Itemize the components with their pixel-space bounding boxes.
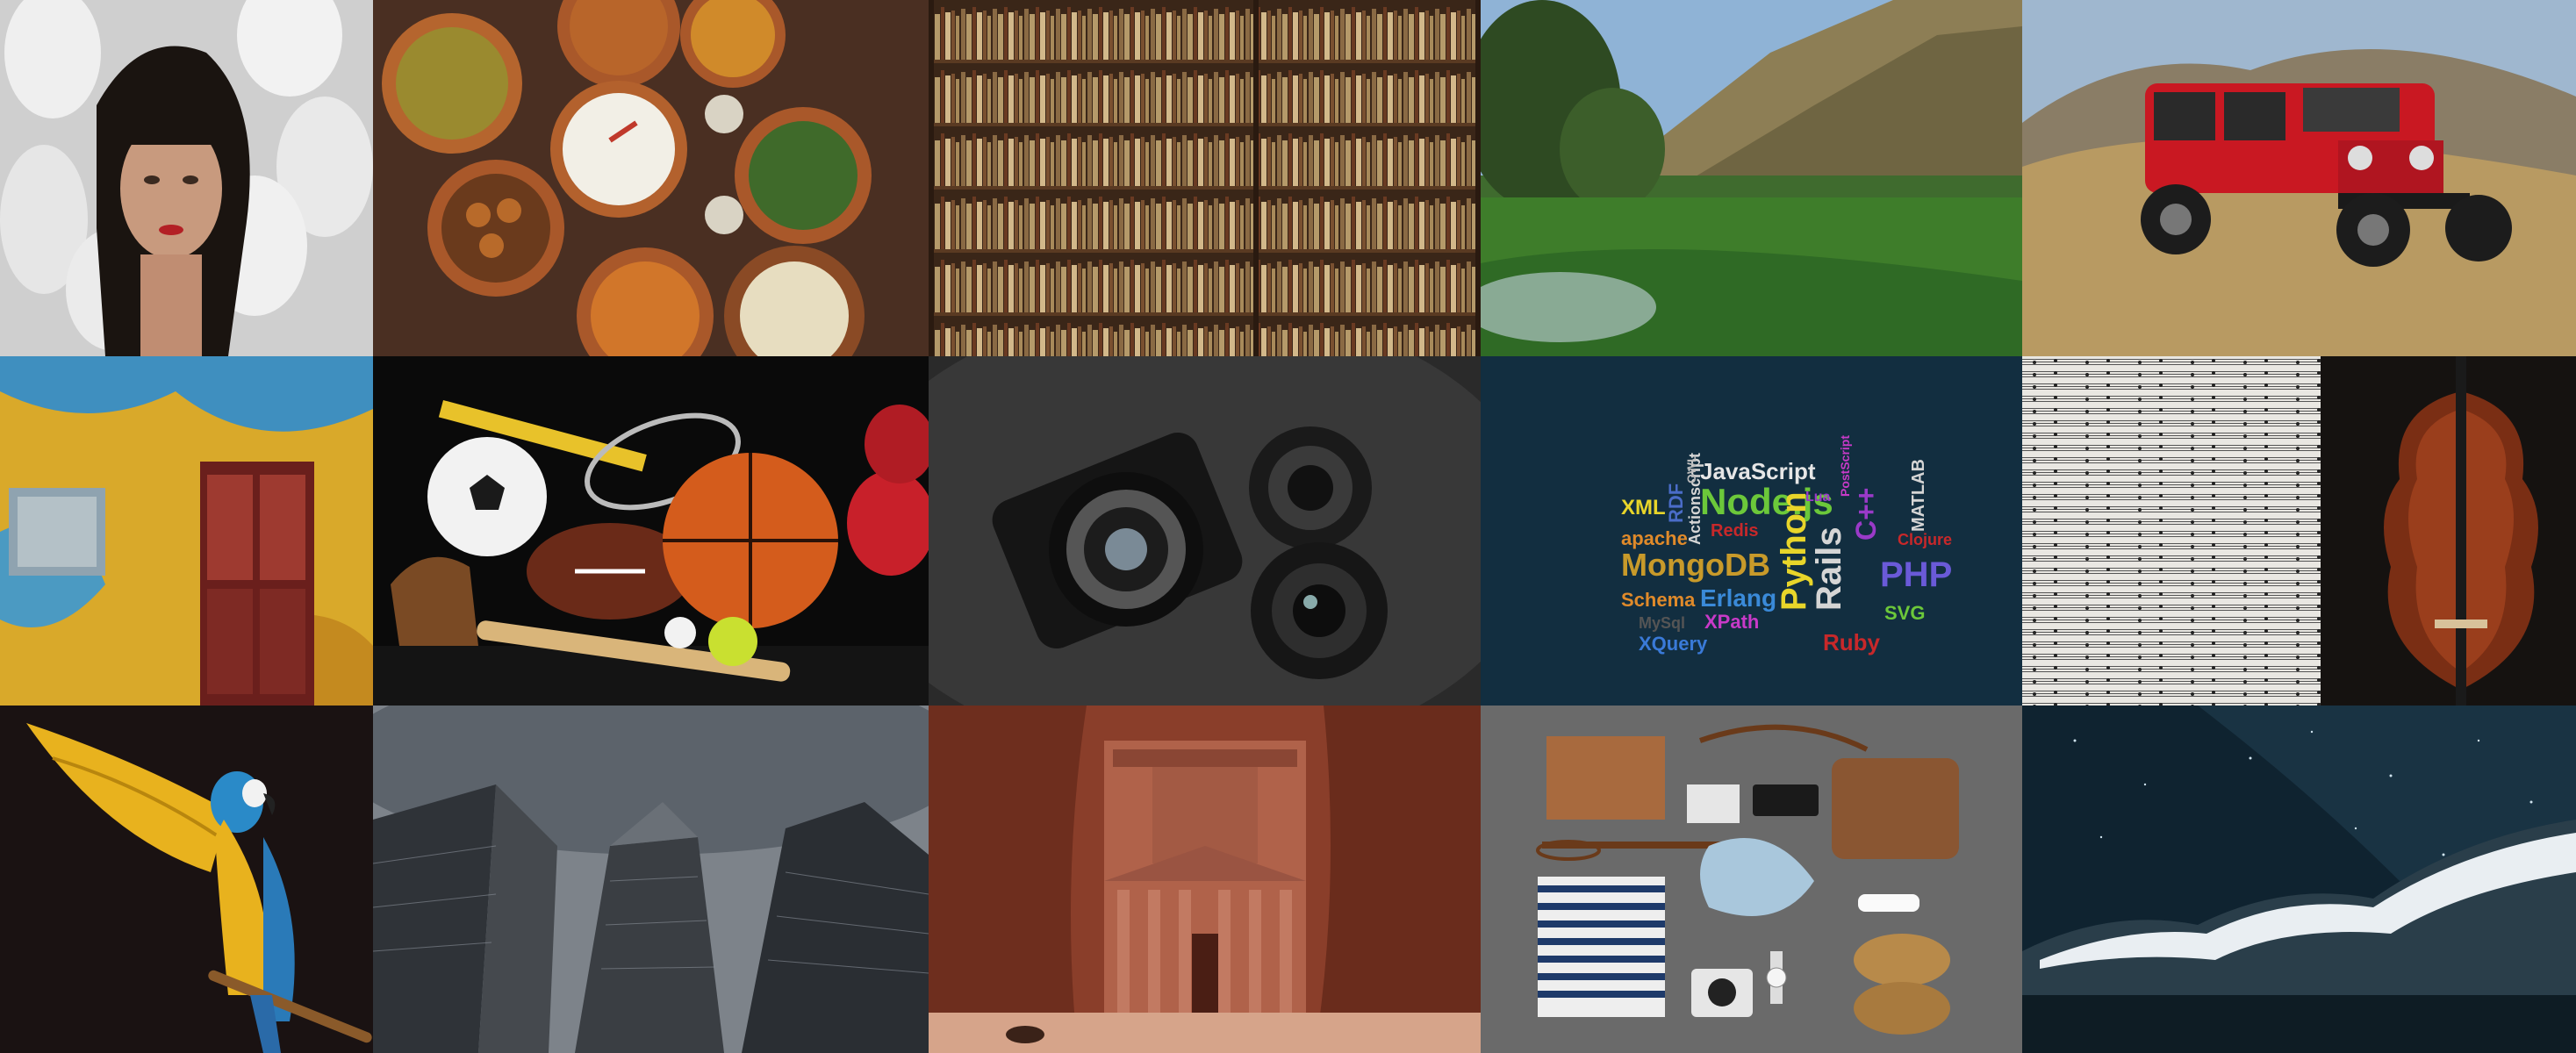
word-xml: XML: [1621, 496, 1666, 519]
tile-red-jeep: [2022, 0, 2576, 356]
word-redis: Redis: [1711, 521, 1758, 541]
tile-violin-sheet-music: [2022, 356, 2576, 706]
word-rdf: RDF: [1665, 484, 1687, 523]
word-lua: Lua: [1805, 490, 1831, 505]
tile-library: [929, 0, 1481, 356]
tile-sports-equipment: [373, 356, 929, 706]
word-erlang: Erlang: [1700, 584, 1776, 612]
word-php: PHP: [1880, 555, 1952, 594]
tile-word-cloud: JavaScript XML RDF Node.js Actionscript …: [1481, 356, 2022, 706]
word-matlab: MATLAB: [1909, 459, 1928, 532]
word-mongodb: MongoDB: [1621, 547, 1770, 583]
tile-mountain-lake: [1481, 0, 2022, 356]
word-xquery: XQuery: [1639, 633, 1708, 655]
word-svg: SVG: [1884, 602, 1925, 624]
word-cpp: C++: [1850, 488, 1882, 541]
word-owl: OWL: [1684, 455, 1698, 484]
image-collage: JavaScript XML RDF Node.js Actionscript …: [0, 0, 2576, 1053]
tile-milky-way-mountain: [2022, 706, 2576, 1053]
word-postscript: PostScript: [1838, 435, 1852, 497]
word-schema: Schema: [1621, 589, 1696, 611]
tile-petra-treasury: [929, 706, 1481, 1053]
word-ruby: Ruby: [1823, 629, 1881, 655]
word-python: Python: [1775, 491, 1813, 611]
tile-camera-lenses: [929, 356, 1481, 706]
tile-woman-masks: [0, 0, 373, 356]
word-xpath: XPath: [1704, 611, 1759, 633]
tile-indian-food: [373, 0, 929, 356]
tile-skyscrapers: [373, 706, 929, 1053]
word-mysql: MySql: [1639, 614, 1685, 632]
word-rails: Rails: [1810, 526, 1848, 611]
tile-macaw: [0, 706, 373, 1053]
tile-yellow-wall-door: [0, 356, 373, 706]
word-clojure: Clojure: [1898, 531, 1952, 548]
tile-flat-lay: [1481, 706, 2022, 1053]
